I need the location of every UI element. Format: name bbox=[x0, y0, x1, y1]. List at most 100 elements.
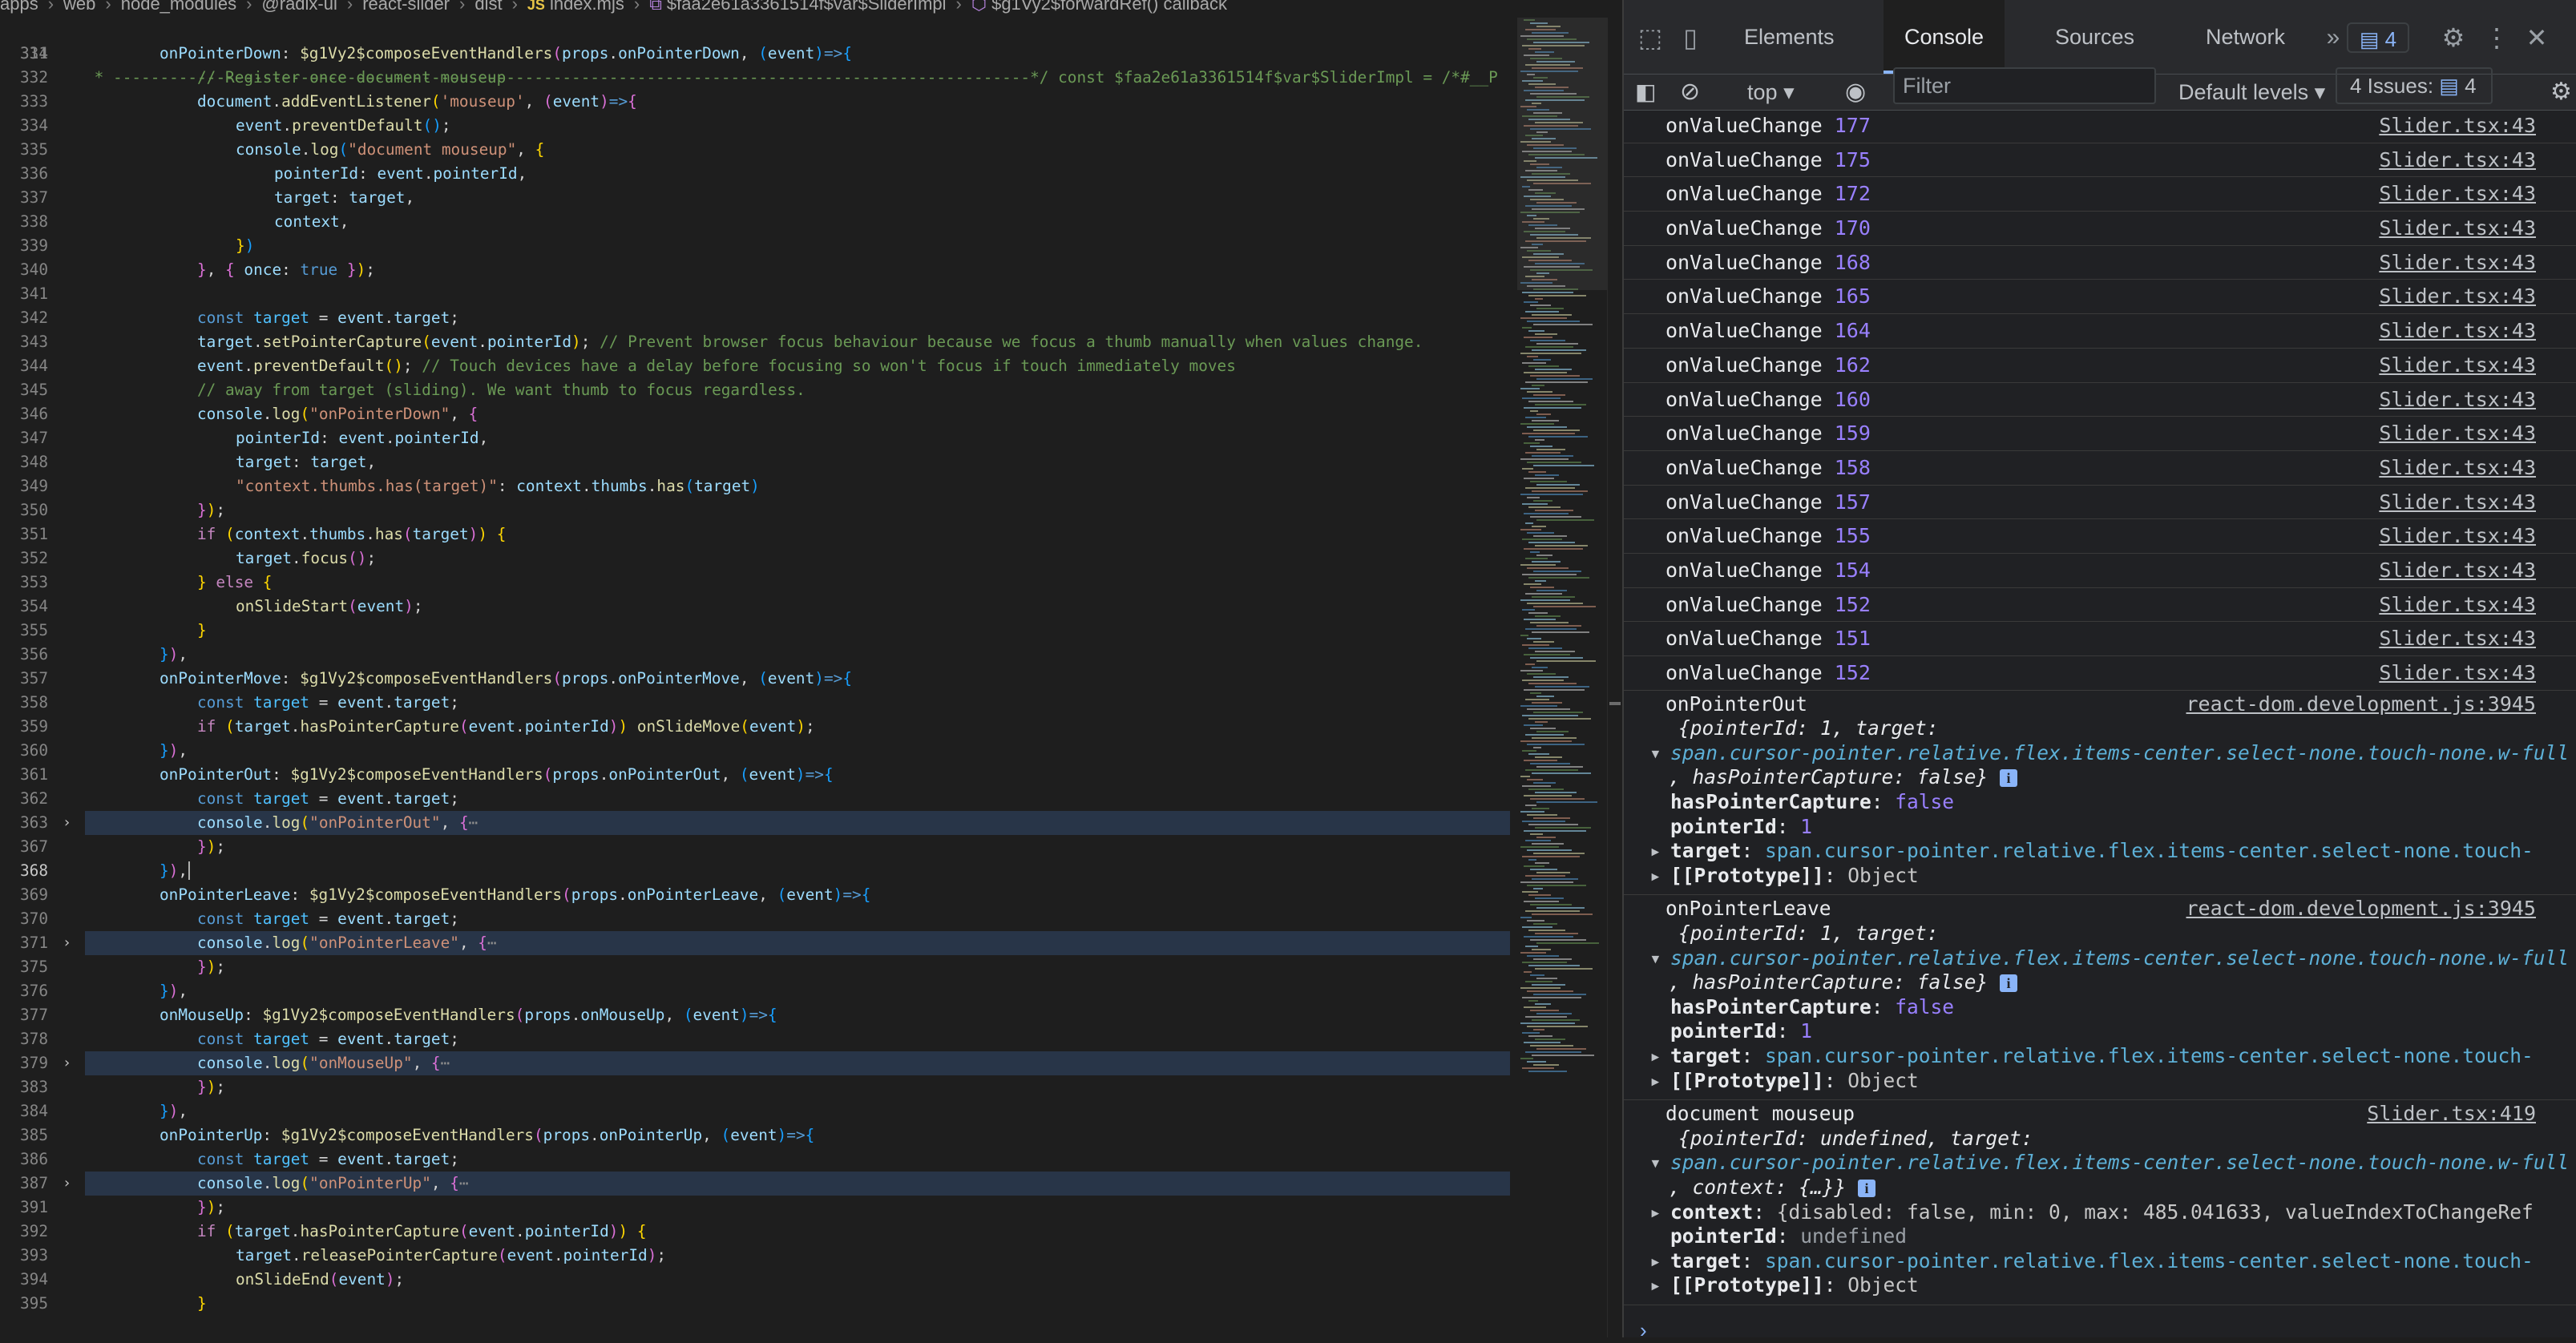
console-settings-icon[interactable]: ⚙ bbox=[2550, 75, 2572, 110]
source-link[interactable]: Slider.tsx:43 bbox=[2379, 280, 2536, 313]
chevron-right-icon[interactable]: › bbox=[63, 1051, 71, 1075]
tab-elements[interactable]: Elements bbox=[1723, 0, 1855, 74]
code-line[interactable]: 355} bbox=[0, 619, 1510, 643]
console-message[interactable]: onValueChange 159 Slider.tsx:43 bbox=[1624, 417, 2576, 451]
code-line[interactable]: 336 pointerId: event.pointerId, bbox=[0, 162, 1510, 186]
code-line[interactable]: 376}), bbox=[0, 979, 1510, 1003]
code-line[interactable]: 392 if (target.hasPointerCapture(event.po… bbox=[0, 1220, 1510, 1244]
object-property[interactable]: ▸ target: span.cursor-pointer.relative.fl… bbox=[1624, 1249, 2576, 1274]
object-property[interactable]: pointerId: undefined bbox=[1624, 1224, 2576, 1249]
code-line[interactable]: 371 › console.log("onPointerLeave", {⋯ bbox=[0, 931, 1510, 955]
console-group[interactable]: onPointerLeave react-dom.development.js:3… bbox=[1624, 895, 2576, 1101]
collapsed-triangle-icon[interactable]: ▸ bbox=[1649, 839, 1670, 864]
element-reference[interactable]: span.cursor-pointer.relative.flex.items-… bbox=[1670, 741, 2569, 764]
code-line[interactable]: 337 target: target, bbox=[0, 186, 1510, 210]
object-property[interactable]: pointerId: 1 bbox=[1624, 815, 2576, 840]
console-message[interactable]: onValueChange 162 Slider.tsx:43 bbox=[1624, 349, 2576, 383]
code-line[interactable]: 353} else { bbox=[0, 571, 1510, 595]
source-link[interactable]: Slider.tsx:43 bbox=[2379, 417, 2536, 450]
code-line[interactable]: 370 const target = event.target; bbox=[0, 907, 1510, 931]
chevron-double-right-icon[interactable]: » bbox=[2318, 22, 2348, 53]
code-line[interactable]: 377 onMouseUp: $g1Vy2$composeEventHandler… bbox=[0, 1003, 1510, 1027]
code-line[interactable]: 359 if (target.hasPointerCapture(event.po… bbox=[0, 715, 1510, 739]
chevron-right-icon[interactable]: › bbox=[63, 1172, 71, 1196]
filter-input[interactable] bbox=[1893, 67, 2156, 104]
code-line[interactable]: 369 onPointerLeave: $g1Vy2$composeEventHa… bbox=[0, 883, 1510, 907]
code-line[interactable]: 363 › console.log("onPointerOut", {⋯ bbox=[0, 811, 1510, 835]
code-line[interactable]: 334 event.preventDefault(); bbox=[0, 114, 1510, 138]
info-icon[interactable]: i bbox=[1858, 1179, 1876, 1197]
code-line[interactable]: 333 document.addEventListener('mouseup', … bbox=[0, 90, 1510, 114]
source-link[interactable]: Slider.tsx:43 bbox=[2379, 143, 2536, 176]
source-link[interactable]: Slider.tsx:43 bbox=[2379, 383, 2536, 416]
breadcrumb-item[interactable]: dist bbox=[474, 0, 502, 13]
collapsed-triangle-icon[interactable]: ▸ bbox=[1649, 1249, 1670, 1274]
expanded-triangle-icon[interactable]: ▾ bbox=[1649, 741, 1670, 766]
breadcrumb-item[interactable]: web bbox=[63, 0, 95, 13]
code-line[interactable]: 340}, { once: true }); bbox=[0, 258, 1510, 282]
code-line[interactable]: 375}); bbox=[0, 955, 1510, 979]
console-message[interactable]: onValueChange 155 Slider.tsx:43 bbox=[1624, 519, 2576, 554]
code-line[interactable]: 378 const target = event.target; bbox=[0, 1027, 1510, 1051]
console-message[interactable]: onValueChange 175 Slider.tsx:43 bbox=[1624, 143, 2576, 178]
collapsed-triangle-icon[interactable]: ▸ bbox=[1649, 1044, 1670, 1069]
breadcrumb-item[interactable]: apps bbox=[0, 0, 38, 13]
minimap-slider[interactable] bbox=[1517, 18, 1607, 290]
context-selector[interactable]: top ▾ bbox=[1747, 75, 1795, 110]
breadcrumb-item[interactable]: react-slider bbox=[362, 0, 450, 13]
clear-console-icon[interactable]: ⊘ bbox=[1680, 75, 1700, 110]
code-line[interactable]: 384}), bbox=[0, 1099, 1510, 1123]
object-property[interactable]: ▸ [[Prototype]]: Object bbox=[1624, 1069, 2576, 1094]
code-line[interactable]: 383}); bbox=[0, 1075, 1510, 1099]
source-link[interactable]: Slider.tsx:43 bbox=[2379, 314, 2536, 347]
code-line[interactable]: 385 onPointerUp: $g1Vy2$composeEventHandl… bbox=[0, 1123, 1510, 1147]
tab-console[interactable]: Console bbox=[1884, 0, 2005, 74]
code-line[interactable]: 358 const target = event.target; bbox=[0, 691, 1510, 715]
console-message[interactable]: onValueChange 172 Slider.tsx:43 bbox=[1624, 177, 2576, 212]
console-message[interactable]: onValueChange 157 Slider.tsx:43 bbox=[1624, 486, 2576, 520]
editor-scrollbar[interactable] bbox=[1607, 18, 1622, 1337]
source-link[interactable]: Slider.tsx:43 bbox=[2379, 349, 2536, 381]
element-reference[interactable]: span.cursor-pointer.relative.flex.items-… bbox=[1670, 1151, 2569, 1174]
code-line[interactable]: 394 onSlideEnd(event); bbox=[0, 1268, 1510, 1292]
source-link[interactable]: Slider.tsx:43 bbox=[2379, 519, 2536, 552]
console-group[interactable]: onPointerOut react-dom.development.js:394… bbox=[1624, 691, 2576, 896]
collapsed-triangle-icon[interactable]: ▸ bbox=[1649, 1200, 1670, 1225]
object-property[interactable]: ▸ [[Prototype]]: Object bbox=[1624, 1273, 2576, 1298]
source-link[interactable]: Slider.tsx:43 bbox=[2379, 177, 2536, 210]
inspect-element-icon[interactable]: ⬚ bbox=[1635, 22, 1666, 53]
source-link[interactable]: Slider.tsx:43 bbox=[2379, 554, 2536, 587]
console-message[interactable]: onValueChange 165 Slider.tsx:43 bbox=[1624, 280, 2576, 315]
console-message[interactable]: onValueChange 170 Slider.tsx:43 bbox=[1624, 212, 2576, 246]
element-reference[interactable]: span.cursor-pointer.relative.flex.items-… bbox=[1670, 946, 2569, 970]
code-line[interactable]: 387 › console.log("onPointerUp", {⋯ bbox=[0, 1172, 1510, 1196]
console-log[interactable]: onValueChange 177 Slider.tsx:43 onValueCha… bbox=[1624, 109, 2576, 1305]
console-message[interactable]: onValueChange 152 Slider.tsx:43 bbox=[1624, 656, 2576, 691]
chevron-right-icon[interactable]: › bbox=[63, 931, 71, 955]
console-message[interactable]: onValueChange 164 Slider.tsx:43 bbox=[1624, 314, 2576, 349]
code-line[interactable]: 343 target.setPointerCapture(event.pointe… bbox=[0, 330, 1510, 354]
code-line[interactable]: 346 console.log("onPointerDown", { bbox=[0, 402, 1510, 426]
console-message[interactable]: onValueChange 154 Slider.tsx:43 bbox=[1624, 554, 2576, 588]
breadcrumb-item[interactable]: $g1Vy2$forwardRef() callback bbox=[991, 0, 1227, 13]
code-line[interactable]: 361 onPointerOut: $g1Vy2$composeEventHand… bbox=[0, 763, 1510, 787]
chevron-right-icon[interactable]: › bbox=[63, 811, 71, 835]
console-message[interactable]: onValueChange 152 Slider.tsx:43 bbox=[1624, 588, 2576, 623]
source-link[interactable]: Slider.tsx:43 bbox=[2379, 212, 2536, 244]
console-message[interactable]: onValueChange 158 Slider.tsx:43 bbox=[1624, 451, 2576, 486]
console-group[interactable]: document mouseup Slider.tsx:419 {pointerId… bbox=[1624, 1100, 2576, 1305]
object-property[interactable]: hasPointerCapture: false bbox=[1624, 995, 2576, 1020]
code-line[interactable]: 341 bbox=[0, 282, 1510, 306]
code-line[interactable]: 332 // Register once document mouseup bbox=[0, 66, 1510, 90]
code-line[interactable]: 339}) bbox=[0, 234, 1510, 258]
log-levels-dropdown[interactable]: Default levels ▾ bbox=[2178, 75, 2325, 110]
code-line[interactable]: 349 "context.thumbs.has(target)": context… bbox=[0, 474, 1510, 498]
source-link[interactable]: Slider.tsx:43 bbox=[2379, 451, 2536, 484]
breadcrumb-item[interactable]: @radix-ui bbox=[261, 0, 337, 13]
code-line[interactable]: 379 › console.log("onMouseUp", {⋯ bbox=[0, 1051, 1510, 1075]
info-icon[interactable]: i bbox=[2000, 974, 2018, 993]
object-property[interactable]: hasPointerCapture: false bbox=[1624, 790, 2576, 815]
scrollbar-thumb[interactable] bbox=[1609, 702, 1621, 705]
code-line[interactable]: 367}); bbox=[0, 835, 1510, 859]
expanded-triangle-icon[interactable]: ▾ bbox=[1649, 1151, 1670, 1176]
